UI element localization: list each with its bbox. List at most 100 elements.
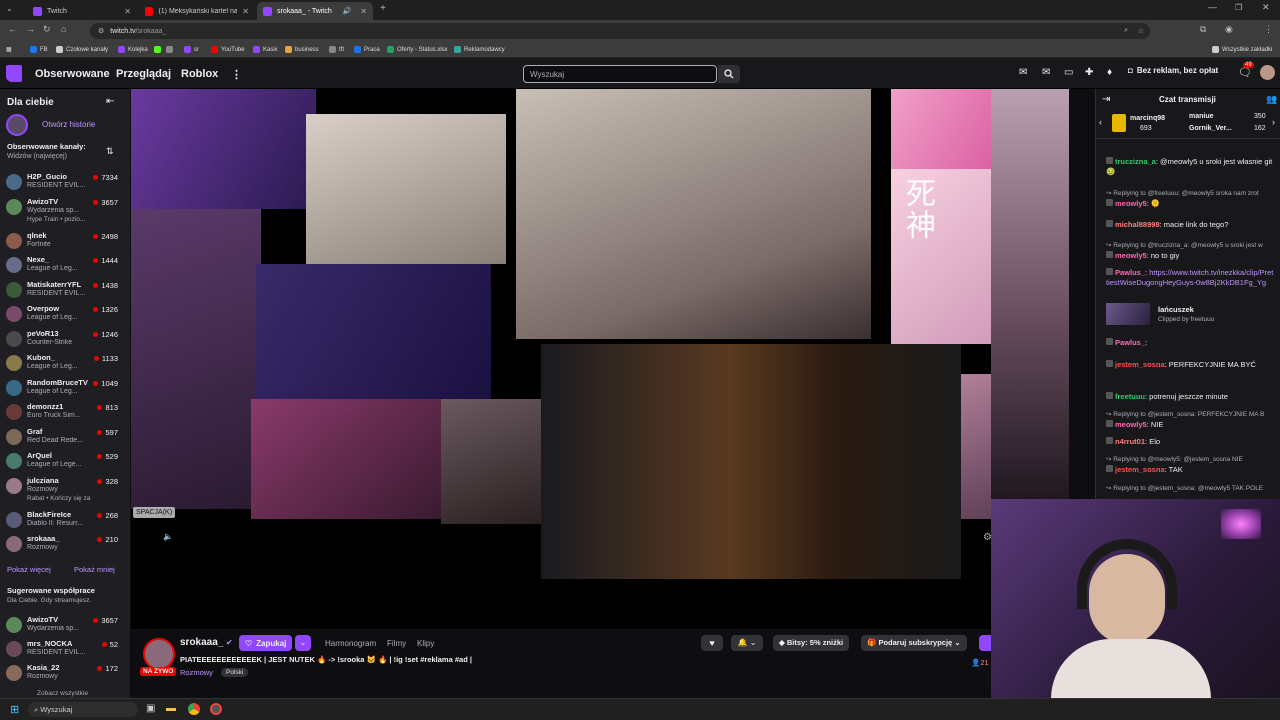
back-icon[interactable]: ← <box>8 24 17 34</box>
file-explorer-icon[interactable]: ▬ <box>166 703 176 714</box>
show-more-link[interactable]: Pokaż więcej <box>7 565 51 574</box>
sidebar-channel[interactable]: demonzz1 Euro Truck Sim... 813 <box>0 401 130 425</box>
sidebar-channel[interactable]: AwizoTV Wydarzenia sp... 3657 Hype Train • … <box>0 196 130 223</box>
chat-username[interactable]: meowly5 <box>1115 199 1147 208</box>
zoom-icon[interactable]: ⌕ <box>1124 27 1128 35</box>
site-info-icon[interactable]: ⚙ <box>98 27 104 35</box>
home-icon[interactable]: ⌂ <box>61 24 66 34</box>
sidebar-channel[interactable]: julcziana Rozmowy 328 Rabat • Kończy się za <box>0 475 130 502</box>
sidebar-channel[interactable]: peVoR13 Counter-Strike 1246 <box>0 328 130 352</box>
bookmark[interactable]: YouTube <box>211 46 245 53</box>
bits-button[interactable]: ◆ Bitsy: 5% zniżki <box>773 635 850 651</box>
extensions-icon[interactable]: ⧉ <box>1200 24 1206 35</box>
close-tab-icon[interactable]: ✕ <box>242 7 249 16</box>
nav-roblox[interactable]: Roblox <box>181 68 218 80</box>
maximize-icon[interactable]: ❐ <box>1235 3 1242 12</box>
windows-start-icon[interactable]: ⊞ <box>10 703 19 716</box>
chat-username[interactable]: truczizna_a <box>1115 157 1156 166</box>
tab-clips[interactable]: Klipy <box>417 639 434 648</box>
open-stories-link[interactable]: Otwórz historie <box>42 120 95 129</box>
sidebar-channel[interactable]: AwizoTV Wydarzenia sp... 3657 <box>0 614 130 638</box>
tab-menu-icon[interactable]: ⌄ <box>6 4 13 13</box>
app-icon[interactable] <box>210 703 222 715</box>
search-button[interactable] <box>718 65 740 83</box>
settings-icon[interactable]: ⚙ <box>983 532 991 543</box>
inbox-icon[interactable]: ✉ <box>1019 67 1027 78</box>
chat-username[interactable]: meowly5 <box>1115 420 1147 429</box>
taskbar-search-input[interactable]: ⌕ Wyszukaj <box>28 702 138 717</box>
sidebar-channel[interactable]: MatiskaterrYFL RESIDENT EVIL... 1438 <box>0 279 130 303</box>
more-menu-icon[interactable]: ⋮ <box>231 68 242 81</box>
browser-tab[interactable]: Twitch ✕ <box>27 2 137 20</box>
audio-playing-icon[interactable]: 🔊 <box>343 7 352 15</box>
sidebar-channel[interactable]: Graf Red Dead Rede... 597 <box>0 426 130 450</box>
nav-followed[interactable]: Obserwowane <box>35 68 110 80</box>
browser-tab[interactable]: (1) Meksykański kartel na Podl ✕ <box>139 2 255 20</box>
stories-avatar[interactable] <box>6 114 28 136</box>
sidebar-channel[interactable]: BlackFireIce Diablo II: Resurr... 268 <box>0 509 130 533</box>
chat-username[interactable]: n4rrut01 <box>1115 437 1145 446</box>
collapse-sidebar-icon[interactable]: ⇤ <box>106 96 114 107</box>
apps-icon[interactable]: ▦ <box>6 46 12 53</box>
see-all-link[interactable]: Zobacz wszystkie <box>37 690 88 697</box>
nav-browse[interactable]: Przeglądaj <box>116 68 171 80</box>
user-avatar[interactable] <box>1260 65 1275 80</box>
bookmark[interactable]: Praca <box>354 46 380 53</box>
sidebar-channel[interactable]: Kasia_22 Rozmowy 172 <box>0 662 130 686</box>
language-tag[interactable]: Polski <box>221 668 249 677</box>
bookmark-kick-icon[interactable] <box>154 46 161 53</box>
task-view-icon[interactable]: ▣ <box>146 703 155 714</box>
leaderboard-prev-icon[interactable]: ‹ <box>1099 117 1102 127</box>
chat-username[interactable]: Pawlus_ <box>1115 338 1145 347</box>
bookmark[interactable] <box>166 46 173 53</box>
chat-username[interactable]: jestem_sosna <box>1115 465 1165 474</box>
forward-icon[interactable]: → <box>26 24 35 34</box>
sidebar-channel[interactable]: Nexe_ League of Leg... 1444 <box>0 254 130 278</box>
chat-username[interactable]: jestem_sosna <box>1115 360 1165 369</box>
leaderboard-next-icon[interactable]: › <box>1272 117 1275 127</box>
chat-username[interactable]: Pawlus_ <box>1115 268 1145 277</box>
bookmark[interactable]: business <box>285 46 319 53</box>
bookmark[interactable]: Kolejka <box>118 46 148 53</box>
crown-icon[interactable]: ♦ <box>1107 67 1112 78</box>
bookmark[interactable]: Czołowe kanały <box>56 46 108 53</box>
chrome-icon[interactable] <box>188 703 200 715</box>
bookmark[interactable]: sr <box>184 46 199 53</box>
show-less-link[interactable]: Pokaż mniej <box>74 565 115 574</box>
clip-embed[interactable]: lańcuszek Clipped by freetuuu <box>1106 303 1256 327</box>
bookmark[interactable]: Oferty - Status.xlsx <box>387 46 448 53</box>
no-ads-button[interactable]: ◘ Bez reklam, bez opłat <box>1128 66 1218 75</box>
whispers-icon[interactable]: ✉ <box>1042 67 1050 78</box>
tab-schedule[interactable]: Harmonogram <box>325 639 376 648</box>
video-player[interactable]: 死神 SPACJA(K) 🔈 ⚙ <box>131 89 991 629</box>
channel-name[interactable]: srokaaa_ <box>180 637 223 648</box>
sidebar-channel[interactable]: RandomBruceTV League of Leg... 1049 <box>0 377 130 401</box>
bookmark[interactable]: Reklamodawcy <box>454 46 505 53</box>
follow-dropdown-button[interactable]: ⌄ <box>295 635 311 651</box>
tab-videos[interactable]: Filmy <box>387 639 406 648</box>
sidebar-channel[interactable]: mrs_NOCKA RESIDENT EVIL... 52 <box>0 638 130 662</box>
new-tab-icon[interactable]: + <box>380 3 386 14</box>
chat-bubble-icon[interactable]: ▭ <box>1064 67 1073 78</box>
close-tab-icon[interactable]: ✕ <box>124 7 131 16</box>
sidebar-channel[interactable]: H2P_Gucio RESIDENT EVIL... 7334 <box>0 171 130 195</box>
browser-menu-icon[interactable]: ⋮ <box>1264 24 1273 35</box>
sort-icon[interactable]: ⇅ <box>106 146 114 157</box>
minimize-icon[interactable]: — <box>1208 2 1217 12</box>
bookmark-star-icon[interactable]: ☆ <box>1138 27 1144 35</box>
gift-sub-button[interactable]: 🎁 Podaruj subskrypcję ⌄ <box>861 635 967 651</box>
volume-icon[interactable]: 🔈 <box>163 532 173 541</box>
chat-users-icon[interactable]: 👥 <box>1266 94 1277 105</box>
sidebar-channel[interactable]: qlnek Fortnite 2498 <box>0 230 130 254</box>
bookmark[interactable]: FB <box>30 46 48 53</box>
sidebar-channel[interactable]: srokaaa_ Rozmowy 210 <box>0 533 130 557</box>
twitch-logo-icon[interactable] <box>6 65 22 82</box>
sidebar-channel[interactable]: ArQuel League of Lege... 529 <box>0 450 130 474</box>
sidebar-channel[interactable]: Overpow League of Leg... 1326 <box>0 303 130 327</box>
heart-button[interactable]: ♥ <box>701 635 723 651</box>
subscribe-button[interactable] <box>979 635 991 651</box>
chat-username[interactable]: meowly5 <box>1115 251 1147 260</box>
channel-avatar[interactable] <box>143 638 175 670</box>
chat-username[interactable]: freetuuu <box>1115 392 1145 401</box>
search-input[interactable]: Wyszukaj <box>523 65 717 83</box>
